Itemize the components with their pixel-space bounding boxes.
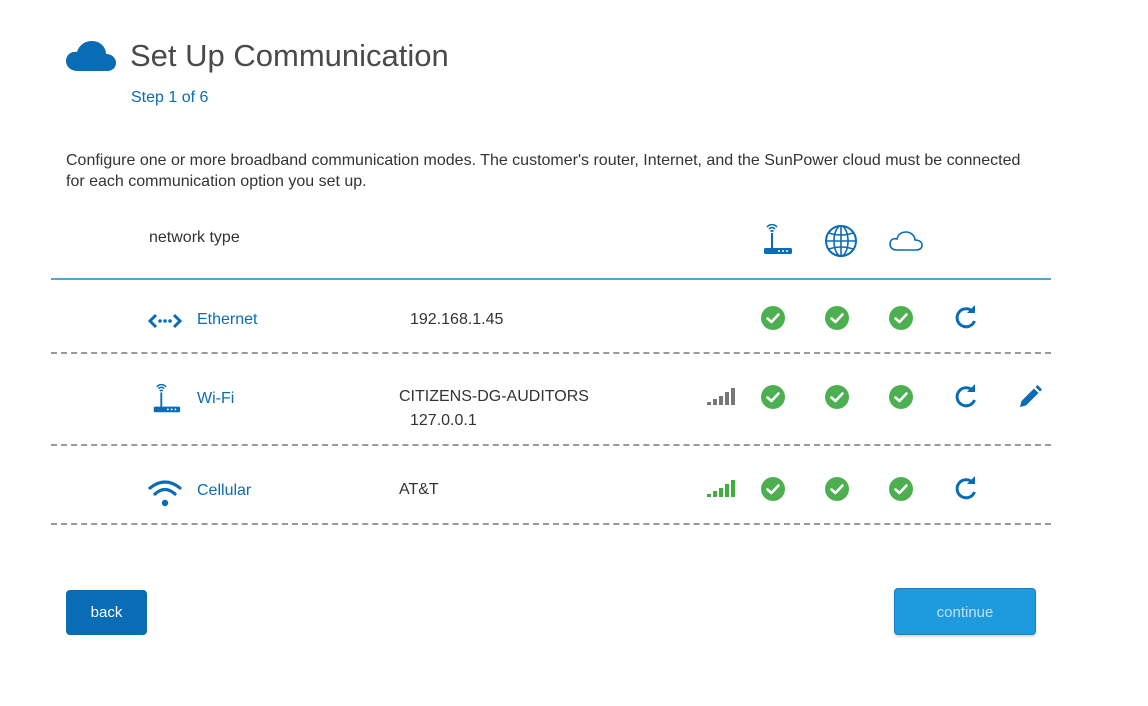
- internet-status-check-icon: [825, 306, 849, 330]
- cloud-status-check-icon: [889, 306, 913, 330]
- cellular-carrier: AT&T: [399, 481, 439, 498]
- cloud-outline-icon: [888, 224, 924, 263]
- ethernet-icon: [147, 312, 183, 335]
- router-status-check-icon: [761, 477, 785, 501]
- refresh-icon[interactable]: [953, 305, 979, 331]
- network-row-wifi: Wi-Fi CITIZENS-DG-AUDITORS 127.0.0.1: [0, 380, 1148, 440]
- network-type-header: network type: [149, 229, 240, 246]
- edit-pencil-icon[interactable]: [1017, 384, 1043, 410]
- header-divider: [51, 278, 1051, 280]
- step-indicator: Step 1 of 6: [131, 89, 209, 106]
- wifi-ip: 127.0.0.1: [410, 412, 477, 429]
- cellular-wifi-icon: [148, 478, 182, 513]
- cellular-label[interactable]: Cellular: [197, 482, 251, 500]
- cloud-icon: [66, 41, 116, 73]
- row-divider: [51, 444, 1051, 446]
- wifi-router-icon: [150, 383, 182, 421]
- router-status-check-icon: [761, 306, 785, 330]
- cloud-status-check-icon: [889, 477, 913, 501]
- row-divider: [51, 352, 1051, 354]
- refresh-icon[interactable]: [953, 384, 979, 410]
- wifi-label[interactable]: Wi-Fi: [197, 390, 234, 408]
- refresh-icon[interactable]: [953, 476, 979, 502]
- continue-button[interactable]: continue: [894, 588, 1036, 635]
- internet-status-check-icon: [825, 477, 849, 501]
- globe-icon: [824, 224, 858, 263]
- ethernet-ip: 192.168.1.45: [410, 311, 504, 328]
- signal-strength-icon: [706, 386, 736, 406]
- cloud-status-check-icon: [889, 385, 913, 409]
- signal-strength-icon: [706, 478, 736, 498]
- back-button[interactable]: back: [66, 590, 147, 635]
- description: Configure one or more broadband communic…: [66, 152, 1021, 190]
- network-row-cellular: Cellular AT&T: [0, 470, 1148, 520]
- router-icon: [760, 223, 794, 263]
- wifi-ssid: CITIZENS-DG-AUDITORS: [399, 388, 589, 405]
- router-status-check-icon: [761, 385, 785, 409]
- page-title: Set Up Communication: [130, 38, 449, 73]
- row-divider: [51, 523, 1051, 525]
- network-row-ethernet: Ethernet 192.168.1.45: [0, 300, 1148, 350]
- ethernet-label[interactable]: Ethernet: [197, 311, 257, 329]
- internet-status-check-icon: [825, 385, 849, 409]
